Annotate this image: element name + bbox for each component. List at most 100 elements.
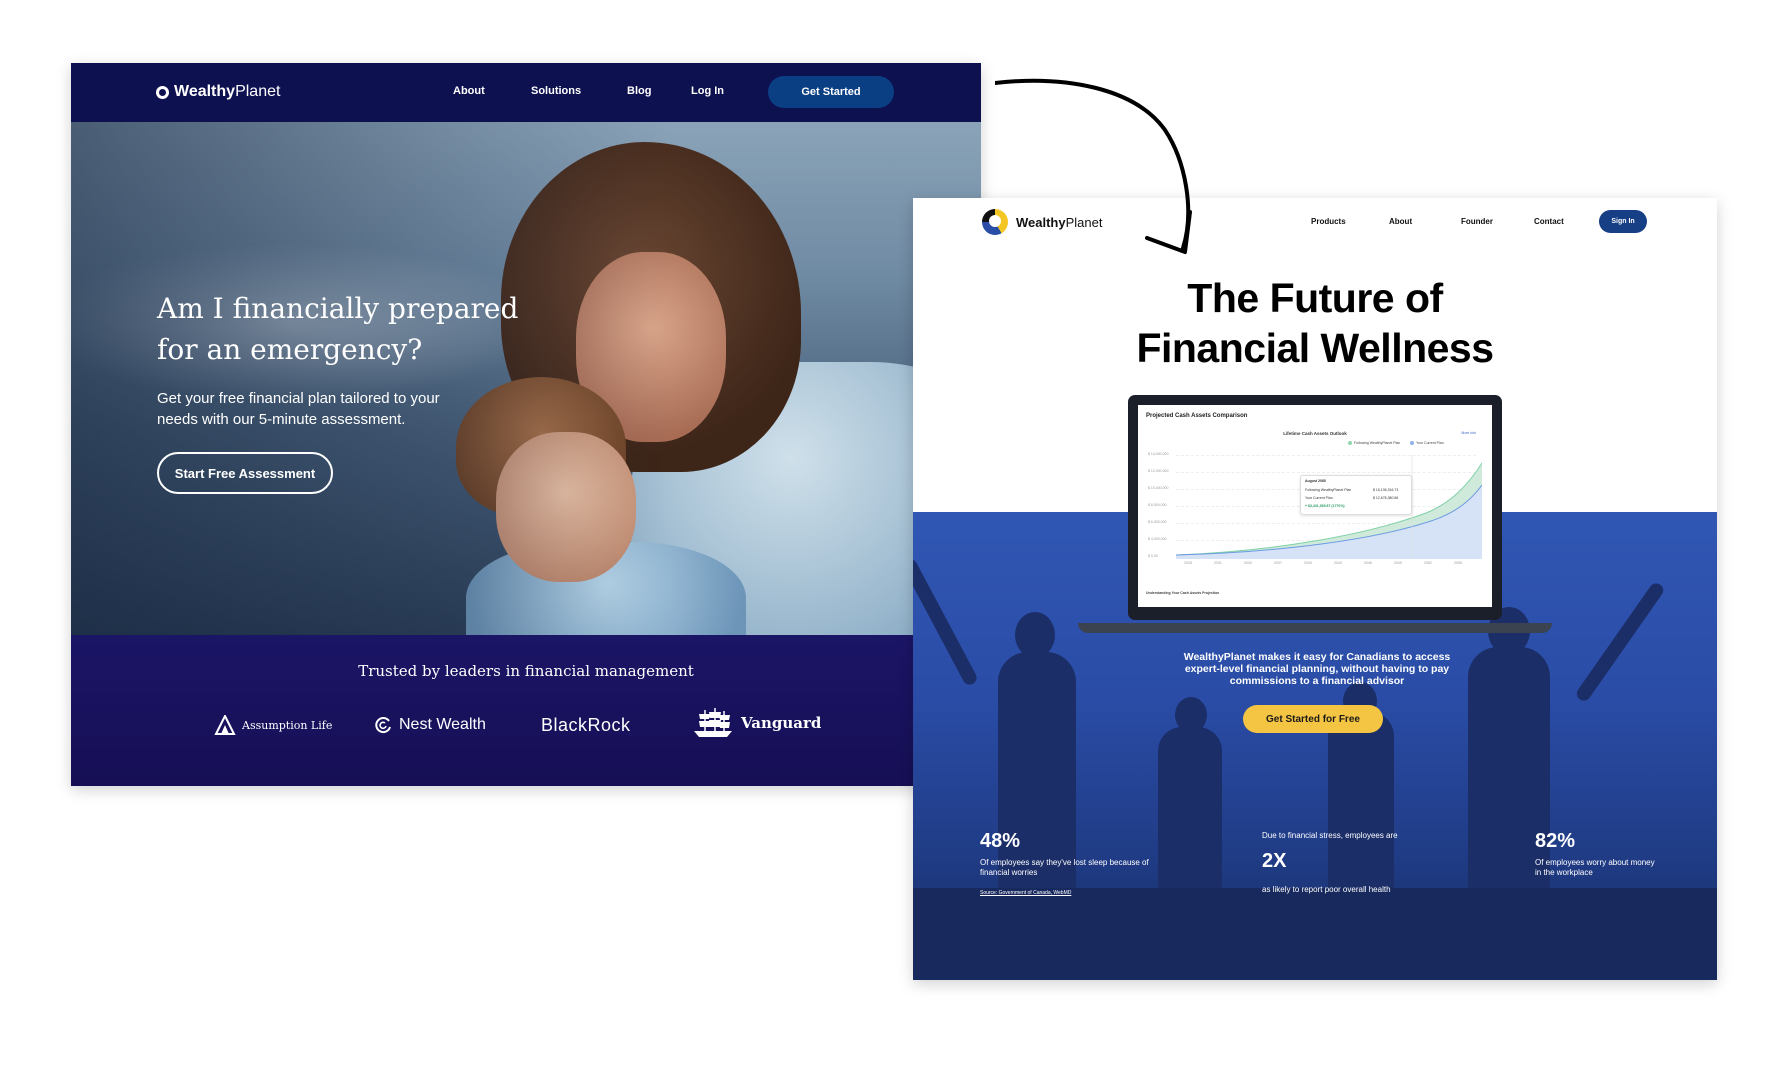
value-line2: expert-level financial planning, without… — [1184, 663, 1450, 675]
hero-overlay — [71, 122, 671, 635]
stat-2x-value: 2X — [1262, 850, 1287, 872]
stat-2x-text: as likely to report poor overall health — [1262, 885, 1391, 894]
dashboard-more-info-link[interactable]: More info — [1461, 431, 1476, 435]
silhouette-arm — [913, 556, 980, 688]
headline-line2: Financial Wellness — [1136, 325, 1494, 371]
nav-founder[interactable]: Founder — [1461, 217, 1493, 226]
logo-bold-text: Wealthy — [174, 83, 236, 100]
x-tick: 2031 — [1214, 561, 1222, 565]
brand-nest-wealth: Nest Wealth — [373, 715, 486, 735]
stat-2x-pretext: Due to financial stress, employees are — [1262, 831, 1398, 840]
x-tick: 2043 — [1334, 561, 1342, 565]
stat-82-text-line2: in the workplace — [1535, 868, 1593, 877]
stat-48-text-line2: financial worries — [980, 868, 1038, 877]
old-logo[interactable]: WealthyPlanet — [156, 83, 280, 101]
laptop-mockup: Projected Cash Assets Comparison Lifetim… — [1078, 395, 1552, 633]
laptop-base — [1078, 623, 1552, 633]
y-tick: $ 12,000,000 — [1148, 469, 1169, 473]
trust-section: Trusted by leaders in financial manageme… — [71, 635, 981, 786]
hero-headline-line2: for an emergency? — [157, 333, 423, 366]
x-tick: 2034 — [1244, 561, 1252, 565]
brand-blackrock: BlackRock — [541, 715, 631, 736]
x-tick: 2028 — [1184, 561, 1192, 565]
get-started-free-button[interactable]: Get Started for Free — [1243, 705, 1383, 733]
stat-48-value: 48% — [980, 830, 1021, 852]
hero-subtext-line1: Get your free financial plan tailored to… — [157, 390, 440, 407]
dashboard-screenshot: Projected Cash Assets Comparison Lifetim… — [1138, 405, 1492, 607]
brand-label: Nest Wealth — [399, 716, 486, 733]
old-navbar: WealthyPlanet About Solutions Blog Log I… — [71, 63, 981, 122]
legend-dot-green-icon — [1348, 441, 1352, 445]
legend-label: Your Current Plan — [1416, 441, 1444, 445]
dashboard-footer: Understanding Your Cash Assets Projectio… — [1146, 591, 1220, 595]
value-line3: commissions to a financial advisor — [1229, 675, 1405, 687]
new-homepage-screenshot: WealthyPlanet Products About Founder Con… — [913, 198, 1717, 980]
x-tick: 2037 — [1274, 561, 1282, 565]
value-proposition: WealthyPlanet makes it easy for Canadian… — [1121, 651, 1513, 687]
trust-title: Trusted by leaders in financial manageme… — [358, 662, 694, 680]
ship-icon — [694, 708, 732, 737]
brand-vanguard: Vanguard — [691, 707, 821, 739]
silhouette-arm — [1574, 580, 1666, 704]
y-tick: $ 10,000,000 — [1148, 486, 1169, 490]
tooltip-date: August 2085 — [1305, 479, 1326, 483]
tooltip-row2-label: Your Current Plan — [1305, 496, 1333, 500]
stat-48-text-line1: Of employees say they've lost sleep beca… — [980, 858, 1149, 867]
nav-about[interactable]: About — [453, 85, 485, 97]
stat-82-text-line1: Of employees worry about money — [1535, 858, 1655, 867]
arrow-icon — [995, 78, 1192, 254]
logo-ring-icon — [156, 85, 169, 99]
dashboard-chart-title: Lifetime Cash Assets Outlook — [1283, 431, 1347, 436]
legend-label: Following WealthyPlanet Plan — [1354, 441, 1401, 445]
headline-line1: The Future of — [1187, 275, 1443, 321]
y-tick: $ 14,000,000 — [1148, 452, 1169, 456]
nav-blog[interactable]: Blog — [627, 85, 651, 97]
brand-label: Vanguard — [741, 714, 822, 732]
silhouette-body — [1328, 712, 1394, 892]
start-assessment-button[interactable]: Start Free Assessment — [157, 452, 333, 494]
y-tick: $ 6,000,000 — [1148, 520, 1167, 524]
y-tick: $ 4,000,000 — [1148, 537, 1167, 541]
new-headline: The Future of Financial Wellness — [913, 273, 1717, 373]
logo-regular-text: Planet — [235, 83, 281, 100]
hero-headline: Am I financially prepared for an emergen… — [157, 288, 557, 370]
tooltip-row1-label: Following WealthyPlanet Plan — [1305, 488, 1352, 492]
hero-subtext: Get your free financial plan tailored to… — [157, 388, 487, 430]
assumption-logo-icon — [214, 715, 236, 735]
silhouette-ground — [913, 888, 1717, 980]
nav-solutions[interactable]: Solutions — [531, 85, 581, 97]
tooltip-row2-value: $ 12,678,380.86 — [1373, 496, 1399, 500]
x-tick: 2049 — [1394, 561, 1402, 565]
x-tick: 2055 — [1454, 561, 1462, 565]
nest-logo-icon — [375, 717, 391, 734]
y-tick: $ 8,000,000 — [1148, 503, 1167, 507]
sign-in-button[interactable]: Sign In — [1599, 210, 1647, 233]
brand-label: Assumption Life — [242, 718, 333, 732]
stat-82-text: Of employees worry about money in the wo… — [1535, 858, 1695, 878]
nav-login[interactable]: Log In — [691, 85, 724, 97]
x-tick: 2052 — [1424, 561, 1432, 565]
legend-item-current: Your Current Plan — [1410, 441, 1444, 445]
brand-assumption-life: Assumption Life — [214, 715, 332, 735]
value-line1: WealthyPlanet makes it easy for Canadian… — [1183, 651, 1451, 663]
hero-headline-line1: Am I financially prepared — [157, 292, 519, 325]
legend-item-wealthyplanet: Following WealthyPlanet Plan — [1348, 441, 1400, 445]
silhouette-body — [998, 652, 1076, 892]
legend-dot-blue-icon — [1410, 441, 1414, 445]
hero-subtext-line2: needs with our 5-minute assessment. — [157, 411, 406, 428]
dashboard-title: Projected Cash Assets Comparison — [1146, 413, 1248, 419]
stats-source-link[interactable]: Source: Government of Canada, WebMD — [980, 890, 1071, 896]
laptop-screen-bezel: Projected Cash Assets Comparison Lifetim… — [1128, 395, 1502, 620]
nav-contact[interactable]: Contact — [1534, 217, 1564, 226]
get-started-button[interactable]: Get Started — [768, 76, 894, 108]
nav-about[interactable]: About — [1389, 217, 1412, 226]
tooltip-row1-value: $ 16,106,316.73 — [1373, 488, 1399, 492]
chart-tooltip: August 2085 Following WealthyPlanet Plan… — [1300, 475, 1412, 515]
x-tick: 2040 — [1304, 561, 1312, 565]
old-hero: Am I financially prepared for an emergen… — [71, 122, 981, 635]
y-tick: $ 0.00 — [1148, 554, 1158, 558]
brand-label: BlackRock — [541, 715, 631, 735]
old-homepage-screenshot: WealthyPlanet About Solutions Blog Log I… — [71, 63, 981, 786]
tooltip-diff: + $3,431,935.87 (1770%) — [1305, 504, 1345, 508]
nav-products[interactable]: Products — [1311, 217, 1346, 226]
